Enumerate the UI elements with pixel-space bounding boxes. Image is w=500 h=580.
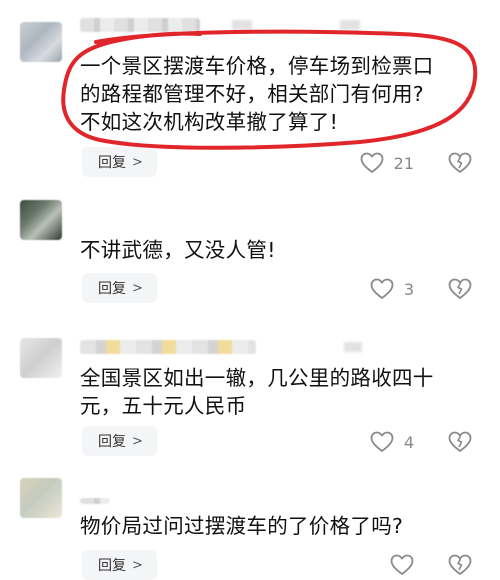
chevron-right-icon: >: [132, 433, 143, 449]
reply-button[interactable]: 回复 >: [82, 273, 157, 303]
heart-outline-icon: [370, 431, 394, 453]
chevron-right-icon: >: [132, 557, 143, 573]
avatar[interactable]: [20, 200, 62, 240]
reply-button[interactable]: 回复 >: [82, 550, 157, 580]
dislike-button[interactable]: [448, 152, 472, 174]
dislike-button[interactable]: [448, 431, 472, 453]
heart-outline-icon: [370, 278, 394, 300]
like-count: 4: [403, 432, 414, 452]
chevron-right-icon: >: [132, 280, 143, 296]
like-count: 3: [403, 279, 414, 299]
comment-text: 全国景区如出一辙，几公里的路收四十 元，五十元人民币: [80, 366, 434, 418]
username-blurred[interactable]: [80, 340, 256, 354]
avatar[interactable]: [20, 338, 62, 378]
reply-label: 回复: [98, 558, 126, 574]
heart-outline-icon: [390, 554, 414, 576]
chevron-right-icon: >: [132, 154, 143, 170]
heart-outline-icon: [360, 152, 384, 174]
username-blurred[interactable]: [80, 498, 110, 504]
like-button[interactable]: 3: [370, 278, 414, 300]
comment-text: 一个景区摆渡车价格，停车场到检票口 的路程都管理不好，相关部门有何用? 不如这次…: [80, 54, 434, 134]
reply-button[interactable]: 回复 >: [82, 426, 157, 456]
like-button[interactable]: [390, 554, 414, 576]
reply-label: 回复: [98, 434, 126, 450]
dislike-button[interactable]: [448, 554, 472, 576]
broken-heart-icon: [448, 152, 472, 174]
broken-heart-icon: [448, 431, 472, 453]
reply-label: 回复: [98, 281, 126, 297]
comment-text: 不讲武德，又没人管!: [80, 238, 276, 262]
like-button[interactable]: 4: [370, 431, 414, 453]
avatar[interactable]: [20, 22, 62, 62]
comment-text: 物价局过问过摆渡车的了价格了吗?: [80, 514, 404, 538]
avatar[interactable]: [20, 478, 62, 518]
broken-heart-icon: [448, 554, 472, 576]
dislike-button[interactable]: [448, 278, 472, 300]
reply-label: 回复: [98, 155, 126, 171]
like-button[interactable]: 21: [360, 152, 414, 174]
reply-button[interactable]: 回复 >: [82, 147, 157, 177]
username-blurred[interactable]: [80, 18, 200, 32]
broken-heart-icon: [448, 278, 472, 300]
like-count: 21: [393, 153, 414, 173]
